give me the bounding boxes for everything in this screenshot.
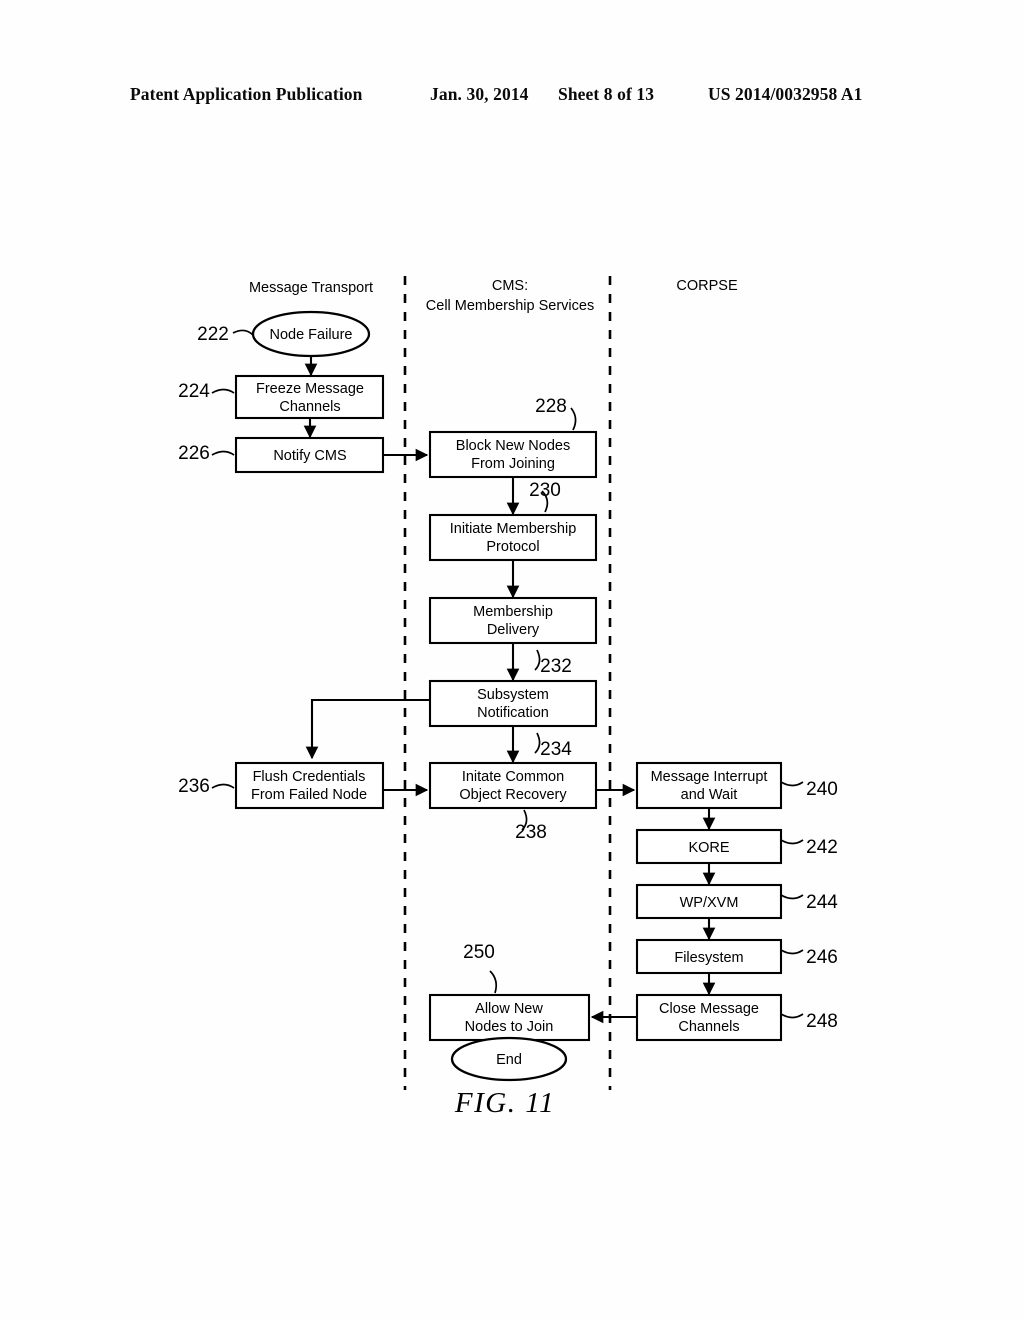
ref-248: 248 [806,1011,838,1032]
freeze-message-channels-line2: Channels [279,399,340,415]
node-failure-label: Node Failure [269,327,352,343]
leader-246 [780,949,804,955]
figure-11: Message Transport CMS: Cell Membership S… [0,0,1024,1320]
ref-222: 222 [197,324,229,345]
lane-header-cms: CMS: Cell Membership Services [426,278,594,314]
leader-228 [570,407,577,431]
ref-246: 246 [806,947,838,968]
node-initate-common-object: Initate Common Object Recovery 238 [428,761,598,843]
lane-label-corpse: CORPSE [676,278,738,294]
initiate-membership-line2: Protocol [486,539,539,555]
lane-label-cms-line2: Cell Membership Services [426,298,594,314]
initate-common-object-line1: Initate Common [462,769,564,785]
ref-232: 232 [540,656,572,677]
node-membership-delivery: Membership Delivery [428,596,598,645]
ref-238: 238 [515,822,547,843]
node-end: End [450,1036,568,1082]
kore-label: KORE [688,840,729,856]
node-allow-new-nodes: Allow New Nodes to Join 250 [428,942,591,1042]
ref-240: 240 [806,779,838,800]
leader-232 [534,649,541,671]
flush-credentials-line2: From Failed Node [251,787,367,803]
membership-delivery-line1: Membership [473,604,553,620]
figure-caption: FIG. 11 [454,1087,555,1119]
message-interrupt-line1: Message Interrupt [651,769,768,785]
node-flush-credentials: Flush Credentials From Failed Node 236 [178,761,385,810]
block-new-nodes-line2: From Joining [471,456,555,472]
ref-242: 242 [806,837,838,858]
leader-240 [780,781,804,787]
flow-subsystem-to-flush [305,698,430,760]
node-filesystem: Filesystem 246 [635,938,838,975]
ref-228: 228 [535,396,567,417]
ref-236: 236 [178,776,210,797]
allow-new-nodes-line2: Nodes to Join [465,1019,554,1035]
filesystem-label: Filesystem [674,950,743,966]
patent-page: Patent Application Publication Jan. 30, … [0,0,1024,1320]
close-message-channels-line1: Close Message [659,1001,759,1017]
freeze-message-channels-line1: Freeze Message [256,381,364,397]
lane-header-message-transport: Message Transport [249,280,373,296]
leader-242 [780,839,804,845]
node-freeze-message-channels: Freeze Message Channels 224 [178,374,385,420]
ref-224: 224 [178,381,210,402]
lane-label-message-transport: Message Transport [249,280,373,296]
ref-244: 244 [806,892,838,913]
wp-xvm-label: WP/XVM [680,895,739,911]
initate-common-object-line2: Object Recovery [459,787,567,803]
flush-credentials-line1: Flush Credentials [253,769,366,785]
close-message-channels-line2: Channels [678,1019,739,1035]
lane-header-corpse: CORPSE [676,278,738,294]
block-new-nodes-line1: Block New Nodes [456,438,570,454]
node-node-failure: Node Failure 222 [197,310,371,358]
node-message-interrupt: Message Interrupt and Wait 240 [635,761,838,810]
leader-236 [211,783,235,789]
leader-234 [534,732,541,754]
leader-250 [489,970,498,994]
leader-226 [211,450,235,456]
allow-new-nodes-line1: Allow New [475,1001,543,1017]
node-subsystem-notification: Subsystem Notification [428,679,598,728]
ref-250: 250 [463,942,495,963]
node-notify-cms: Notify CMS 226 [178,436,385,474]
lane-label-cms-line1: CMS: [492,278,528,294]
notify-cms-label: Notify CMS [273,448,346,464]
subsystem-notification-line2: Notification [477,705,549,721]
message-interrupt-line2: and Wait [681,787,738,803]
end-label: End [496,1052,522,1068]
ref-group-232: 232 [534,649,572,677]
leader-244 [780,894,804,900]
subsystem-notification-line1: Subsystem [477,687,549,703]
node-block-new-nodes: Block New Nodes From Joining 228 [428,396,598,479]
ref-group-234: 234 [534,732,572,760]
leader-248 [780,1013,804,1019]
ref-234: 234 [540,739,572,760]
ref-230: 230 [529,480,561,501]
membership-delivery-line2: Delivery [487,622,540,638]
node-kore: KORE 242 [635,828,838,865]
ref-226: 226 [178,443,210,464]
node-wp-xvm: WP/XVM 244 [635,883,838,920]
node-close-message-channels: Close Message Channels 248 [635,993,838,1042]
leader-224 [211,388,235,394]
initiate-membership-line1: Initiate Membership [450,521,577,537]
leader-222 [232,329,254,336]
